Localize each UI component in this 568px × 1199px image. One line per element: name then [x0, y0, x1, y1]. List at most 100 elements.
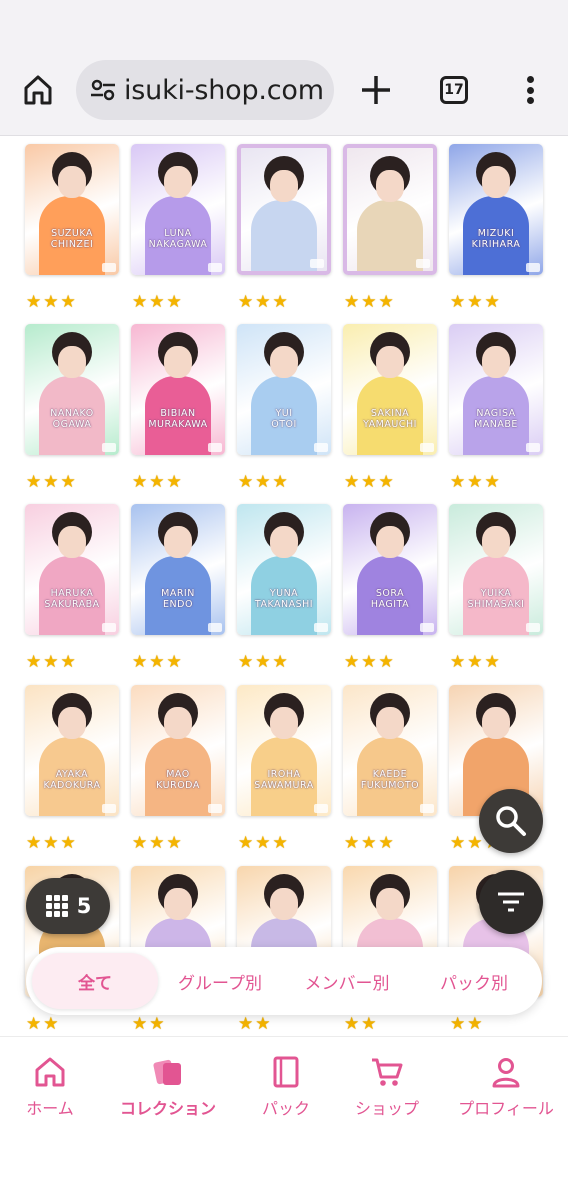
url-text: isuki-shop.com [124, 74, 324, 106]
grid-icon [45, 895, 68, 917]
star-icon: ★ [255, 652, 271, 672]
member-card[interactable] [343, 144, 437, 275]
nav-profile-label: プロフィール [458, 1099, 554, 1118]
member-face [482, 346, 510, 378]
rarity-stars: ★★★ [344, 1016, 404, 1033]
address-bar[interactable]: isuki-shop.com [76, 60, 334, 120]
member-face [164, 707, 192, 739]
member-card[interactable]: YUNA TAKANASHI [237, 504, 331, 635]
member-name: MARIN ENDO [161, 588, 195, 610]
card-logo [310, 259, 324, 268]
star-icon: ★ [467, 292, 483, 312]
segment-by-pack[interactable]: パック別 [418, 953, 530, 1009]
segment-by-group[interactable]: グループ別 [162, 953, 278, 1009]
card-logo [416, 259, 430, 268]
rarity-stars: ★★★ [238, 474, 298, 491]
member-name: BIBIAN MURAKAWA [148, 408, 208, 430]
bottom-navigation: ホーム コレクション パック ショップ プロフィール [0, 1036, 568, 1199]
segment-by-member[interactable]: メンバー別 [284, 953, 410, 1009]
card-logo [314, 623, 328, 632]
member-outfit [251, 200, 317, 271]
rarity-stars: ★★★ [26, 1016, 86, 1033]
nav-collection-label: コレクション [119, 1099, 216, 1118]
tab-switcher-button[interactable]: 17 [440, 76, 468, 104]
profile-icon [492, 1058, 520, 1088]
member-face [270, 888, 298, 920]
rarity-stars: ★★★ [132, 292, 192, 312]
browser-home-icon[interactable] [18, 68, 58, 112]
member-face [58, 346, 86, 378]
member-face [270, 346, 298, 378]
star-icon: ★ [361, 652, 377, 672]
star-icon: ★ [60, 833, 76, 853]
filter-button[interactable] [479, 870, 543, 934]
tab-count: 17 [444, 82, 464, 98]
star-icon: ★ [467, 472, 483, 492]
member-face [270, 170, 298, 202]
new-tab-icon[interactable] [356, 70, 396, 110]
star-icon: ★ [166, 292, 182, 312]
member-face [58, 166, 86, 198]
nav-pack[interactable]: パック [230, 1055, 342, 1119]
star-icon: ★ [450, 652, 466, 672]
member-card[interactable]: MAO KURODA [131, 685, 225, 816]
member-face [482, 526, 510, 558]
member-card[interactable]: YUIKA SHIMASAKI [449, 504, 543, 635]
member-name: MIZUKI KIRIHARA [471, 228, 521, 250]
star-icon: ★ [26, 292, 42, 312]
member-name: HARUKA SAKURABA [44, 588, 100, 610]
star-icon: ★ [149, 292, 165, 312]
rarity-stars: ★★★ [238, 652, 298, 672]
member-card[interactable]: YUI OTOI [237, 324, 331, 455]
star-icon: ★ [166, 652, 182, 672]
rarity-stars: ★★★ [344, 472, 404, 492]
member-name: YUI OTOI [271, 408, 297, 430]
member-card[interactable]: KAEDE FUKUMOTO [343, 685, 437, 816]
star-icon: ★ [272, 652, 288, 672]
member-name: SAKINA YAMAUCHI [363, 408, 417, 430]
member-name: MAO KURODA [156, 769, 200, 791]
nav-home[interactable]: ホーム [0, 1055, 106, 1119]
member-card[interactable]: SORA HAGITA [343, 504, 437, 635]
member-card[interactable]: NANAKO OGAWA [25, 324, 119, 455]
nav-shop[interactable]: ショップ [331, 1055, 443, 1119]
star-icon: ★ [378, 472, 394, 492]
segment-all[interactable]: 全て [32, 953, 158, 1009]
star-icon: ★ [238, 833, 254, 853]
site-settings-icon[interactable] [88, 75, 118, 105]
member-card[interactable]: IROHA SAWAMURA [237, 685, 331, 816]
member-card[interactable] [237, 144, 331, 275]
star-icon: ★ [149, 472, 165, 492]
nav-collection[interactable]: コレクション [112, 1055, 224, 1119]
member-card[interactable]: NAGISA MANABE [449, 324, 543, 455]
star-icon: ★ [26, 652, 42, 672]
member-card[interactable]: SAKINA YAMAUCHI [343, 324, 437, 455]
nav-profile[interactable]: プロフィール [450, 1055, 562, 1119]
search-button[interactable] [479, 789, 543, 853]
star-icon: ★ [132, 833, 148, 853]
member-card[interactable]: MIZUKI KIRIHARA [449, 144, 543, 275]
star-icon: ★ [238, 292, 254, 312]
browser-menu-icon[interactable] [518, 72, 542, 108]
member-card[interactable]: HARUKA SAKURABA [25, 504, 119, 635]
member-card[interactable]: LUNA NAKAGAWA [131, 144, 225, 275]
member-name: AYAKA KADOKURA [43, 769, 101, 791]
member-card[interactable]: SUZUKA CHINZEI [25, 144, 119, 275]
star-icon: ★ [149, 652, 165, 672]
member-face [482, 707, 510, 739]
card-logo [102, 623, 116, 632]
rarity-stars: ★★★ [132, 1014, 192, 1034]
star-icon: ★ [378, 292, 394, 312]
member-card[interactable]: MARIN ENDO [131, 504, 225, 635]
card-logo [526, 263, 540, 272]
star-icon: ★ [132, 1014, 148, 1034]
member-name: SORA HAGITA [370, 588, 410, 610]
grid-column-count: 5 [76, 894, 92, 918]
star-icon: ★ [450, 292, 466, 312]
member-card[interactable]: BIBIAN MURAKAWA [131, 324, 225, 455]
star-icon: ★ [26, 833, 42, 853]
member-card[interactable]: AYAKA KADOKURA [25, 685, 119, 816]
rarity-stars: ★★★ [26, 833, 86, 853]
star-icon: ★ [484, 472, 500, 492]
grid-columns-toggle[interactable]: 5 [26, 878, 110, 934]
